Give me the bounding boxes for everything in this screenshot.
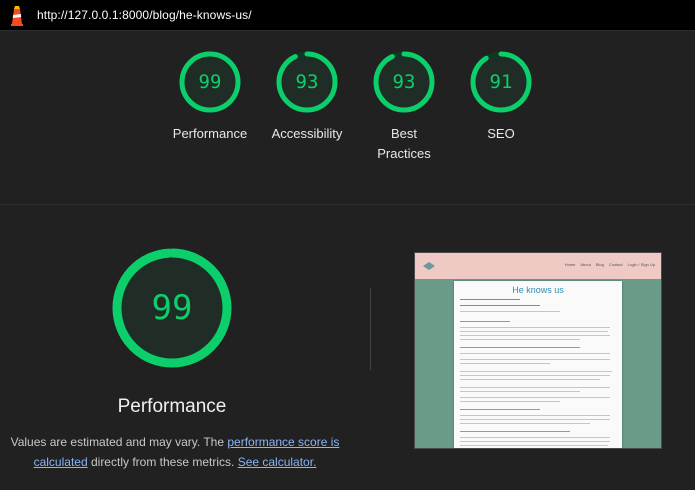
seo-gauge[interactable]: 91 — [469, 50, 533, 114]
thumbnail-text-line — [460, 437, 610, 439]
thumbnail-text-line — [460, 387, 610, 389]
thumbnail-nav-link: Login / Sign Up — [627, 262, 655, 267]
thumbnail-nav-link: Contact — [608, 262, 623, 267]
thumbnail-navbar: Home About Blog Contact Login / Sign Up — [415, 253, 661, 279]
accessibility-gauge[interactable]: 93 — [275, 50, 339, 114]
thumbnail-text-line — [460, 299, 520, 301]
browser-bar: http://127.0.0.1:8000/blog/he-knows-us/ — [0, 0, 695, 31]
performance-score: 99 — [198, 71, 222, 93]
lighthouse-icon — [11, 6, 23, 26]
thumbnail-post-title: He knows us — [512, 285, 564, 295]
desc-middle: directly from these metrics. — [87, 455, 238, 469]
thumbnail-text-line — [460, 363, 550, 365]
thumbnail-article: He knows us — [454, 281, 622, 448]
performance-score-large: 99 — [151, 288, 193, 328]
thumbnail-text-line — [460, 359, 610, 361]
thumbnail-text-line — [460, 347, 580, 349]
performance-gauge[interactable]: 99 — [178, 50, 242, 114]
page-url[interactable]: http://127.0.0.1:8000/blog/he-knows-us/ — [37, 8, 252, 22]
best-practices-score: 93 — [392, 71, 416, 93]
thumbnail-nav-link: About — [580, 262, 591, 267]
thumbnail-text-line — [460, 321, 510, 323]
thumbnail-text-line — [460, 391, 580, 393]
thumbnail-text-line — [460, 415, 610, 417]
seo-score: 91 — [489, 71, 513, 93]
thumbnail-nav-link: Home — [564, 262, 576, 267]
see-calculator-link[interactable]: See calculator. — [238, 455, 317, 469]
thumbnail-text-line — [460, 445, 608, 447]
site-logo-icon — [423, 262, 435, 270]
performance-title: Performance — [117, 396, 227, 417]
thumbnail-text-line — [460, 331, 608, 333]
thumbnail-text-line — [460, 335, 610, 337]
thumbnail-nav-links: Home About Blog Contact Login / Sign Up — [560, 262, 655, 267]
thumbnail-text-line — [460, 441, 610, 443]
vertical-divider — [370, 288, 371, 370]
thumbnail-text-line — [460, 431, 570, 433]
thumbnail-text-line — [460, 305, 540, 307]
thumbnail-text-line — [460, 339, 580, 341]
section-divider — [0, 204, 695, 205]
thumbnail-text-line — [460, 397, 610, 399]
thumbnail-text-line — [460, 311, 560, 313]
thumbnail-text-line — [460, 371, 612, 373]
performance-gauge-large: 99 — [112, 248, 232, 368]
thumbnail-text-line — [460, 401, 560, 403]
page-screenshot-thumbnail[interactable]: Home About Blog Contact Login / Sign Up He k… — [414, 252, 662, 449]
best-practices-gauge[interactable]: 93 — [372, 50, 436, 114]
thumbnail-text-line — [460, 353, 610, 355]
thumbnail-nav-link: Blog — [595, 262, 604, 267]
thumbnail-text-line — [460, 327, 610, 329]
seo-label: SEO — [487, 126, 515, 141]
best-practices-label: Best Practices — [377, 126, 431, 161]
thumbnail-text-line — [460, 375, 610, 377]
thumbnail-text-line — [460, 419, 610, 421]
thumbnail-text-line — [460, 379, 600, 381]
thumbnail-text-line — [460, 423, 590, 425]
accessibility-label: Accessibility — [271, 126, 343, 141]
performance-label: Performance — [172, 126, 248, 141]
performance-description: Values are estimated and may vary. The p… — [10, 432, 340, 472]
desc-prefix: Values are estimated and may vary. The — [10, 435, 228, 449]
thumbnail-text-line — [460, 409, 540, 411]
accessibility-score: 93 — [295, 71, 319, 93]
